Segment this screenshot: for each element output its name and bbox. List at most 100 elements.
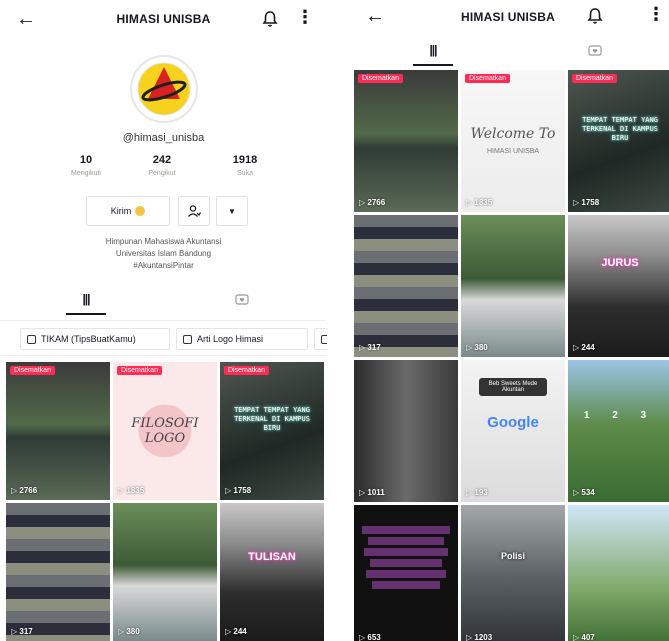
avatar[interactable] xyxy=(130,55,198,123)
pinned-badge: Disematkan xyxy=(117,366,162,375)
stat-value: 242 xyxy=(152,154,172,166)
view-count: 1835 xyxy=(466,198,492,207)
stat-label: Pengikut xyxy=(148,170,176,177)
bell-icon[interactable] xyxy=(587,7,603,25)
profile-screen: ← HIMASI UNISBA ⋮ @himasi_unisba 10 Meng… xyxy=(0,0,327,641)
video-thumbnail[interactable]: JURUS 244 xyxy=(568,215,669,357)
playlist-bar: TIKAM (TipsBuatKamu) Arti Logo Himasi xyxy=(0,320,327,356)
video-thumbnail[interactable]: 317 xyxy=(354,215,458,357)
video-thumbnail[interactable]: Disematkan Welcome To HIMASI UNISBA 1835 xyxy=(461,70,565,212)
tab-liked[interactable] xyxy=(222,285,262,315)
view-count: 653 xyxy=(359,633,380,641)
playlist-chip[interactable] xyxy=(314,328,327,350)
video-caption: TULISAN xyxy=(248,551,296,563)
video-thumbnail[interactable]: Disematkan TEMPAT TEMPAT YANG TERKENAL D… xyxy=(220,362,324,500)
video-grid-screen: ← HIMASI UNISBA ⋮ ||| Disematkan 2766 Di… xyxy=(347,0,669,641)
bio: Himpunan Mahasiswa Akuntansi Universitas… xyxy=(0,236,327,272)
stat-value: 1918 xyxy=(232,154,258,166)
profile-stats: 10 Mengikuti 242 Pengikut 1918 Suka xyxy=(60,154,270,186)
pinned-badge: Disematkan xyxy=(10,366,55,375)
playlist-icon xyxy=(27,334,36,344)
bio-line[interactable]: #AkuntansiPintar xyxy=(0,260,327,272)
view-count: 1011 xyxy=(359,488,384,497)
view-count: 193 xyxy=(466,488,487,497)
stat-following[interactable]: 10 Mengikuti xyxy=(56,154,116,177)
top-bar: ← HIMASI UNISBA ⋮ xyxy=(347,0,669,40)
more-actions-button[interactable]: ▼ xyxy=(216,196,248,226)
grid-icon: ||| xyxy=(82,292,90,306)
video-caption: JURUS xyxy=(601,257,639,269)
profile-tabs: ||| xyxy=(0,285,327,315)
tab-liked[interactable] xyxy=(575,36,615,66)
caption-bars xyxy=(362,523,450,592)
tab-videos[interactable]: ||| xyxy=(413,36,453,66)
follow-button[interactable] xyxy=(178,196,210,226)
pinned-badge: Disematkan xyxy=(572,74,617,83)
view-count: 2766 xyxy=(11,486,37,495)
username: @himasi_unisba xyxy=(122,132,205,144)
tab-videos[interactable]: ||| xyxy=(66,285,106,315)
video-thumbnail[interactable]: 317 xyxy=(6,503,110,641)
view-count: 244 xyxy=(573,343,594,352)
page-title: HIMASI UNISBA xyxy=(461,10,555,24)
video-thumbnail[interactable]: Beb Sweets Mede Akuntan Google 193 xyxy=(461,360,565,502)
video-caption: 1 2 3 xyxy=(583,410,657,421)
video-thumbnail[interactable]: 380 xyxy=(461,215,565,357)
playlist-title: Arti Logo Himasi xyxy=(197,334,264,344)
video-subcaption: HIMASI UNISBA xyxy=(486,148,540,155)
video-thumbnail[interactable]: 407 xyxy=(568,505,669,641)
stat-followers[interactable]: 242 Pengikut xyxy=(132,154,192,177)
pinned-badge: Disematkan xyxy=(465,74,510,83)
view-count: 317 xyxy=(359,343,380,352)
grid-icon: ||| xyxy=(429,43,437,57)
bell-icon[interactable] xyxy=(262,10,278,28)
stat-label: Mengikuti xyxy=(71,170,101,177)
video-thumbnail[interactable]: 653 xyxy=(354,505,458,641)
video-subcaption: Beb Sweets Mede Akuntan xyxy=(479,378,547,396)
view-count: 1835 xyxy=(118,486,144,495)
view-count: 380 xyxy=(466,343,487,352)
pinned-badge: Disematkan xyxy=(358,74,403,83)
add-user-icon xyxy=(188,205,201,217)
message-button-label: Kirim xyxy=(110,206,132,216)
view-count: 407 xyxy=(573,633,594,641)
view-count: 1203 xyxy=(466,633,492,641)
emoji-icon xyxy=(135,206,146,216)
liked-icon xyxy=(588,45,602,56)
video-thumbnail[interactable]: Disematkan 2766 xyxy=(6,362,110,500)
video-caption: FILOSOFI LOGO xyxy=(131,416,199,446)
logo-icon xyxy=(137,62,191,116)
view-count: 534 xyxy=(573,488,594,497)
video-thumbnail[interactable]: Disematkan FILOSOFI LOGO 1835 xyxy=(113,362,217,500)
bio-line: Himpunan Mahasiswa Akuntansi xyxy=(105,237,222,246)
video-caption: TEMPAT TEMPAT YANG TERKENAL DI KAMPUS BI… xyxy=(234,406,310,432)
playlist-chip[interactable]: TIKAM (TipsBuatKamu) xyxy=(20,328,170,350)
playlist-title: TIKAM (TipsBuatKamu) xyxy=(41,334,136,344)
stat-value: 10 xyxy=(79,154,93,166)
video-thumbnail[interactable]: Polisi 1203 xyxy=(461,505,565,641)
playlist-chip[interactable]: Arti Logo Himasi xyxy=(176,328,308,350)
video-grid: Disematkan 2766 Disematkan Welcome To HI… xyxy=(354,70,669,641)
video-caption: Google xyxy=(487,414,539,431)
message-button[interactable]: Kirim xyxy=(86,196,170,226)
video-thumbnail[interactable]: TULISAN 244 xyxy=(220,503,324,641)
video-thumbnail[interactable]: Disematkan TEMPAT TEMPAT YANG TERKENAL D… xyxy=(568,70,669,212)
view-count: 380 xyxy=(118,627,139,636)
video-thumbnail[interactable]: 1 2 3 534 xyxy=(568,360,669,502)
stat-likes[interactable]: 1918 Suka xyxy=(215,154,275,177)
video-thumbnail[interactable]: 1011 xyxy=(354,360,458,502)
more-options-icon[interactable]: ⋮ xyxy=(647,5,665,23)
view-count: 1758 xyxy=(573,198,599,207)
top-bar: ← HIMASI UNISBA ⋮ xyxy=(0,0,327,40)
bio-line: Universitas Islam Bandung xyxy=(115,249,212,258)
stat-label: Suka xyxy=(237,170,253,177)
video-thumbnail[interactable]: Disematkan 2766 xyxy=(354,70,458,212)
playlist-icon xyxy=(183,334,192,344)
video-thumbnail[interactable]: 380 xyxy=(113,503,217,641)
view-count: 244 xyxy=(225,627,246,636)
liked-icon xyxy=(235,294,249,305)
divider xyxy=(327,0,347,641)
view-count: 1758 xyxy=(225,486,251,495)
chevron-down-icon: ▼ xyxy=(228,206,236,216)
more-options-icon[interactable]: ⋮ xyxy=(296,8,314,26)
